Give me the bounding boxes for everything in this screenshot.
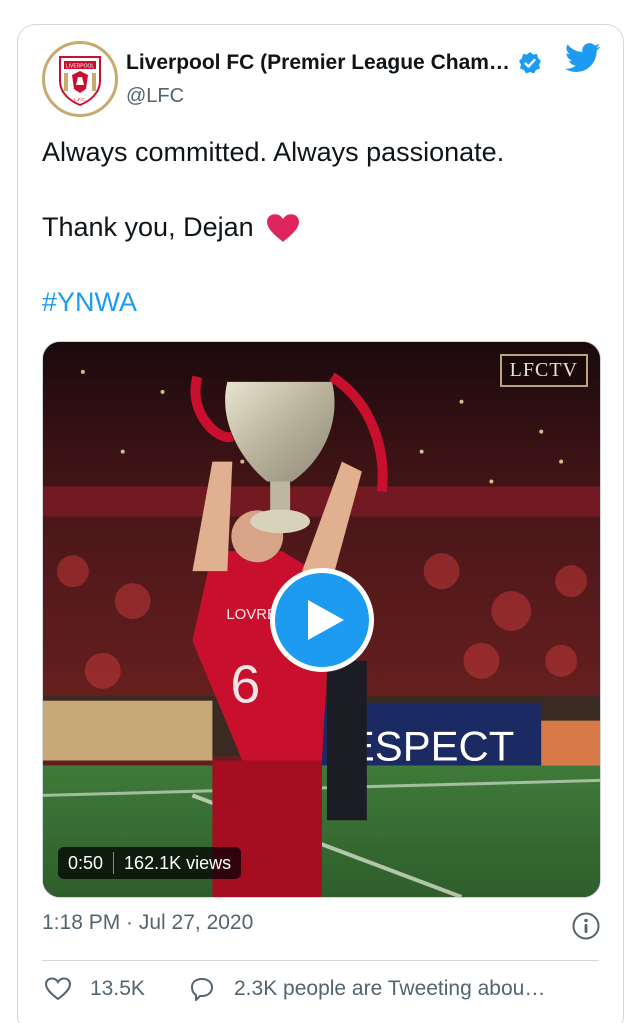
divider (42, 960, 599, 961)
tweet-text-line-2: Thank you, Dejan (42, 212, 300, 243)
like-count: 13.5K (90, 977, 145, 1000)
tweet-timestamp[interactable]: 1:18 PM · Jul 27, 2020 (42, 911, 253, 935)
conversation-link[interactable]: 2.3K people are Tweeting abou… (188, 975, 545, 1003)
conversation-text: 2.3K people are Tweeting abou… (234, 977, 546, 1000)
tweet-text-line-2-label: Thank you, Dejan (42, 212, 254, 242)
like-button[interactable]: 13.5K (44, 975, 145, 1003)
tweet-text-line-1: Always committed. Always passionate. (42, 137, 505, 167)
svg-text:L.F.C.: L.F.C. (74, 97, 86, 102)
svg-text:LIVERPOOL: LIVERPOOL (66, 64, 95, 70)
advertising-board-text: ESPECT (347, 722, 514, 769)
play-button[interactable] (270, 568, 374, 672)
author-name-row[interactable]: Liverpool FC (Premier League Cham… (126, 51, 542, 75)
video-player[interactable]: ESPECT 6 LOVREN LFCTV 0:50 162.1K views (42, 341, 601, 898)
video-views: 162.1K views (124, 852, 232, 873)
twitter-bird-icon[interactable] (565, 43, 601, 73)
lfctv-watermark: LFCTV (499, 354, 588, 387)
red-heart-icon (266, 213, 299, 242)
hashtag-link[interactable]: #YNWA (42, 287, 137, 318)
tweet-card[interactable]: LIVERPOOL L.F.C. Liverpool FC (Premier L… (17, 24, 624, 1023)
video-meta-badge: 0:50 162.1K views (58, 847, 242, 879)
info-icon[interactable] (571, 911, 601, 941)
avatar[interactable]: LIVERPOOL L.F.C. (42, 41, 118, 117)
heart-outline-icon (44, 977, 72, 1001)
video-meta-separator (113, 852, 115, 874)
display-name[interactable]: Liverpool FC (Premier League Cham… (126, 51, 510, 75)
shirt-number: 6 (230, 655, 260, 715)
lfc-crest-icon: LIVERPOOL L.F.C. (59, 56, 101, 107)
speech-bubble-icon (191, 978, 213, 1001)
author-handle[interactable]: @LFC (126, 85, 184, 108)
play-icon (308, 600, 344, 640)
verified-badge-icon (518, 52, 541, 74)
video-duration: 0:50 (68, 852, 104, 873)
